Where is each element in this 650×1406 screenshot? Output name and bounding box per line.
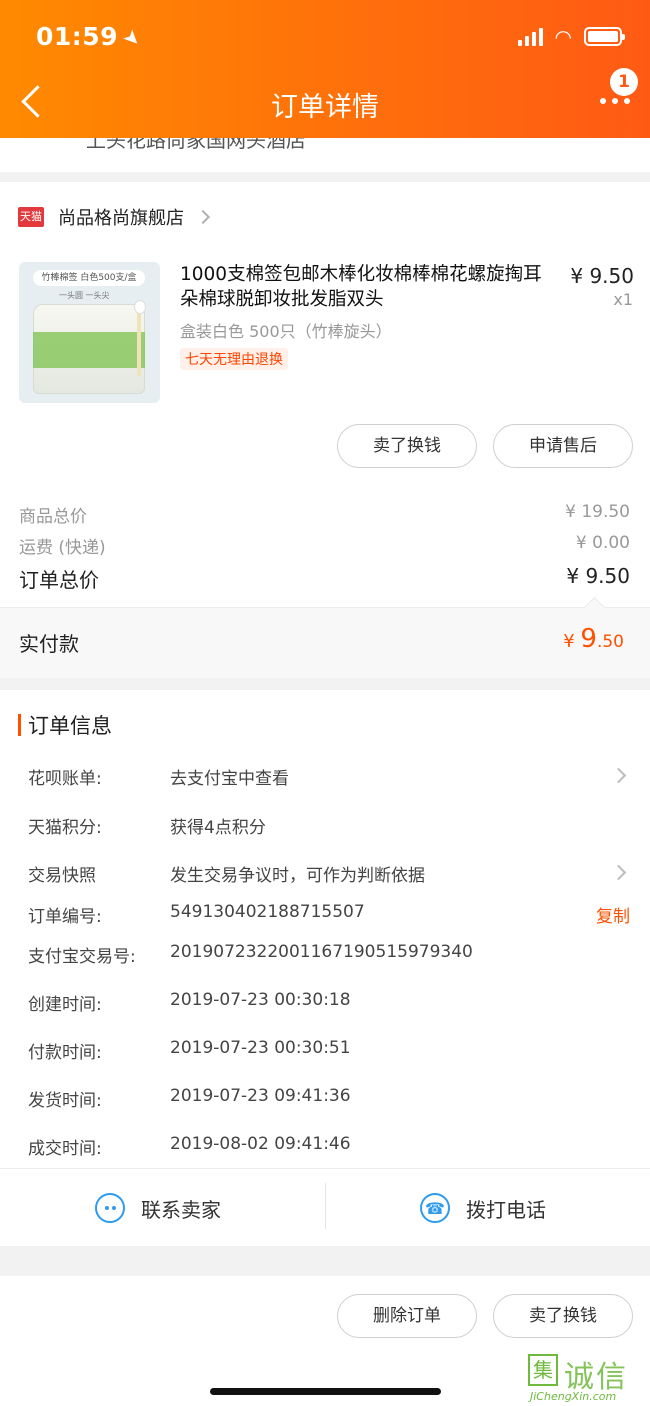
sell-for-cash-button[interactable]: 卖了换钱	[337, 424, 477, 468]
thumbnail-label: 竹棒棉签 白色500支/盒	[33, 270, 145, 286]
notification-badge: 1	[610, 68, 638, 96]
signal-icon	[517, 27, 543, 46]
goods-total-label: 商品总价	[19, 507, 87, 527]
created-time-label: 创建时间:	[28, 995, 102, 1015]
after-sale-button[interactable]: 申请售后	[493, 424, 633, 468]
more-menu-button[interactable]	[600, 98, 630, 104]
home-indicator	[210, 1388, 441, 1395]
shipped-time-value: 2019-07-23 09:41:36	[170, 1086, 351, 1106]
chevron-right-icon[interactable]	[610, 767, 627, 784]
completed-time-label: 成交时间:	[28, 1139, 102, 1159]
paid-amount-box: 实付款 ¥ 9.50	[0, 607, 650, 678]
snapshot-link[interactable]: 发生交易争议时，可作为判断依据	[170, 861, 425, 886]
huabei-link[interactable]: 去支付宝中查看	[170, 764, 289, 789]
status-time: 01:59➤	[36, 22, 148, 53]
section-accent-bar	[18, 714, 21, 736]
shipping-value: ¥ 0.00	[575, 533, 630, 553]
order-info-title: 订单信息	[28, 714, 112, 738]
completed-time-value: 2019-08-02 09:41:46	[170, 1134, 351, 1154]
product-price: ¥ 9.50	[570, 264, 634, 288]
paid-label: 实付款	[19, 632, 79, 656]
contact-seller-button[interactable]: 联系卖家	[95, 1169, 221, 1247]
paid-value: ¥ 9.50	[563, 624, 624, 654]
chevron-right-icon	[195, 209, 211, 225]
shipped-time-label: 发货时间:	[28, 1091, 102, 1111]
status-icons: ◠	[517, 24, 625, 49]
goods-total-value: ¥ 19.50	[565, 502, 630, 522]
wifi-icon: ◠	[554, 24, 572, 49]
page-title: 订单详情	[271, 92, 379, 123]
order-total-value: ¥ 9.50	[566, 564, 630, 588]
order-number-value: 549130402188715507	[170, 902, 365, 922]
tmall-logo: 天猫	[18, 207, 44, 227]
product-spec: 盒装白色 500只（竹棒旋头）	[180, 322, 392, 341]
points-label: 天猫积分:	[28, 818, 102, 838]
order-info-section: 订单信息 花呗账单: 去支付宝中查看 天猫积分: 获得4点积分 交易快照 发生交…	[0, 690, 650, 1246]
order-total-label: 订单总价	[19, 568, 99, 592]
chevron-right-icon[interactable]	[610, 864, 627, 881]
order-number-label: 订单编号:	[28, 907, 102, 927]
copy-button[interactable]: 复制	[596, 902, 630, 927]
return-policy-tag: 七天无理由退换	[180, 348, 288, 370]
product-thumbnail[interactable]: 竹棒棉签 白色500支/盒 一头圆 一头尖	[19, 262, 160, 403]
product-quantity: x1	[613, 290, 633, 309]
thumbnail-sublabel: 一头圆 一头尖	[59, 291, 110, 300]
huabei-label: 花呗账单:	[28, 769, 102, 789]
paid-time-value: 2019-07-23 00:30:51	[170, 1038, 351, 1058]
order-product-card: 天猫 尚品格尚旗舰店 竹棒棉签 白色500支/盒 一头圆 一头尖 1000支棉签…	[0, 182, 650, 678]
alipay-trade-label: 支付宝交易号:	[28, 947, 136, 967]
cut-off-address: 上头花路尚家国网头酒店	[0, 138, 650, 172]
call-phone-button[interactable]: ☎ 拨打电话	[420, 1169, 546, 1247]
created-time-value: 2019-07-23 00:30:18	[170, 990, 351, 1010]
sell-for-cash-button[interactable]: 卖了换钱	[493, 1294, 633, 1338]
shop-link[interactable]: 天猫 尚品格尚旗舰店	[18, 204, 211, 230]
location-arrow-icon: ➤	[118, 23, 148, 53]
contact-bar: 联系卖家 ☎ 拨打电话	[0, 1168, 650, 1246]
battery-icon	[584, 27, 625, 46]
product-title[interactable]: 1000支棉签包邮木棒化妆棉棒棉花螺旋掏耳朵棉球脱卸妆批发脂双头	[180, 262, 548, 312]
chat-icon	[95, 1193, 125, 1223]
alipay-trade-value: 2019072322001167190515979340	[170, 942, 473, 962]
points-value: 获得4点积分	[170, 818, 266, 838]
delete-order-button[interactable]: 删除订单	[337, 1294, 477, 1338]
snapshot-label: 交易快照	[28, 866, 96, 886]
phone-icon: ☎	[420, 1193, 450, 1223]
app-header: 01:59➤ ◠ 订单详情 1	[0, 0, 650, 138]
paid-time-label: 付款时间:	[28, 1043, 102, 1063]
watermark-logo: 集 诚信 JiChengXin.com	[528, 1354, 646, 1406]
shop-name: 尚品格尚旗舰店	[58, 208, 184, 229]
shipping-label: 运费 (快递)	[19, 538, 106, 558]
